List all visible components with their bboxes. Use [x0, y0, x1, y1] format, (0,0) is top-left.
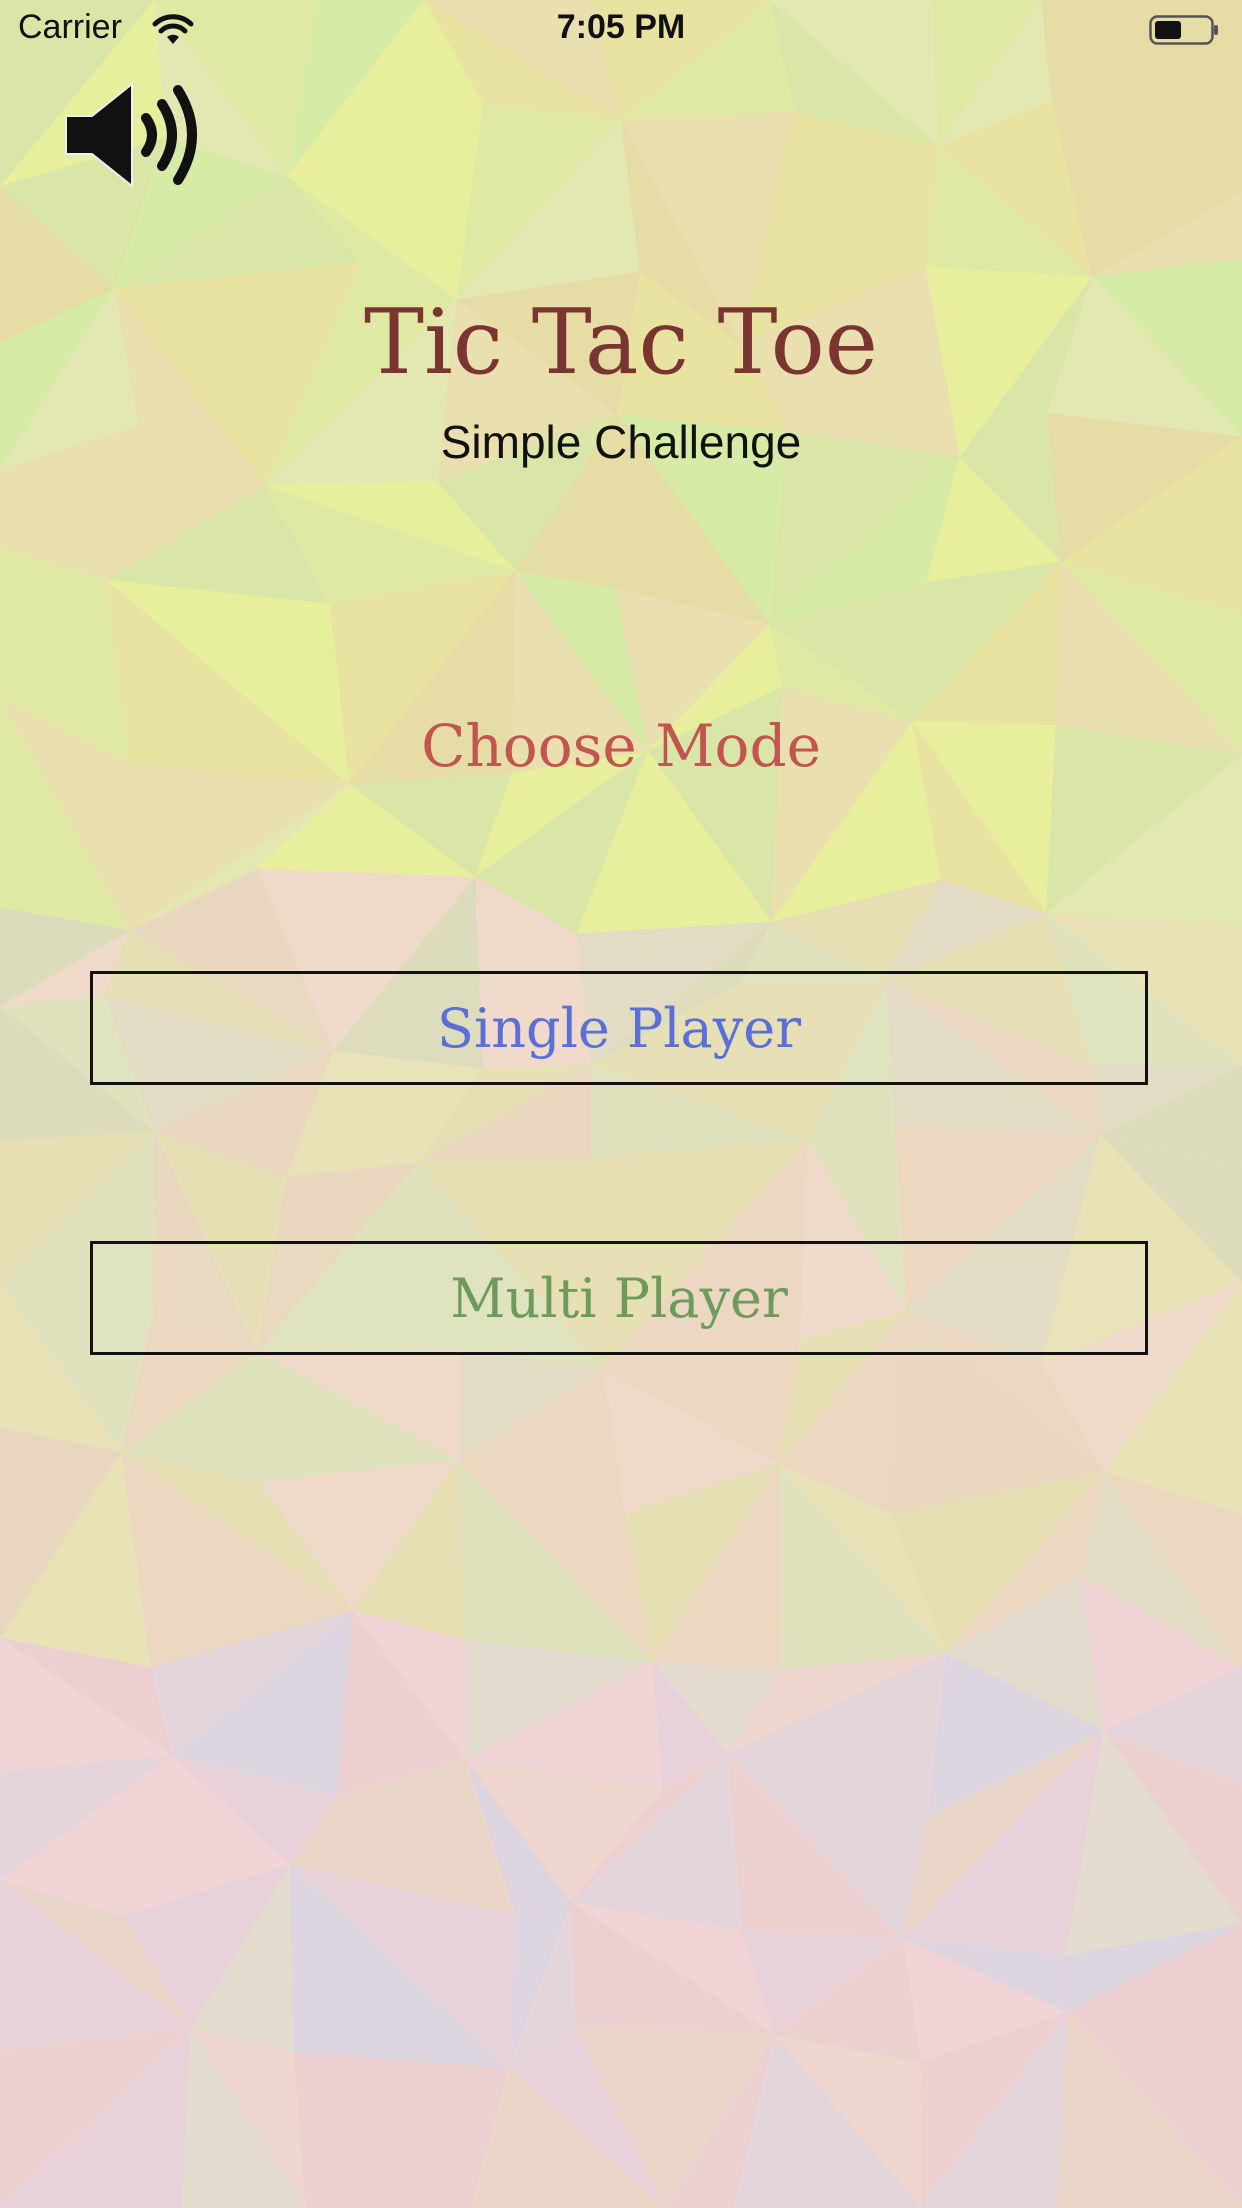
screen: Carrier 7:05 PM Tic Tac Toe Simple Chall…	[0, 0, 1242, 2208]
app-title: Tic Tac Toe	[363, 290, 879, 395]
choose-mode-label: Choose Mode	[421, 712, 821, 780]
single-player-label: Single Player	[436, 996, 802, 1060]
speaker-volume-icon[interactable]	[62, 76, 206, 194]
multi-player-button[interactable]: Multi Player	[90, 1241, 1148, 1355]
app-subtitle: Simple Challenge	[440, 416, 802, 468]
status-time: 7:05 PM	[556, 8, 686, 46]
single-player-button[interactable]: Single Player	[90, 971, 1148, 1085]
battery-icon	[1149, 15, 1218, 45]
multi-player-label: Multi Player	[450, 1266, 788, 1330]
